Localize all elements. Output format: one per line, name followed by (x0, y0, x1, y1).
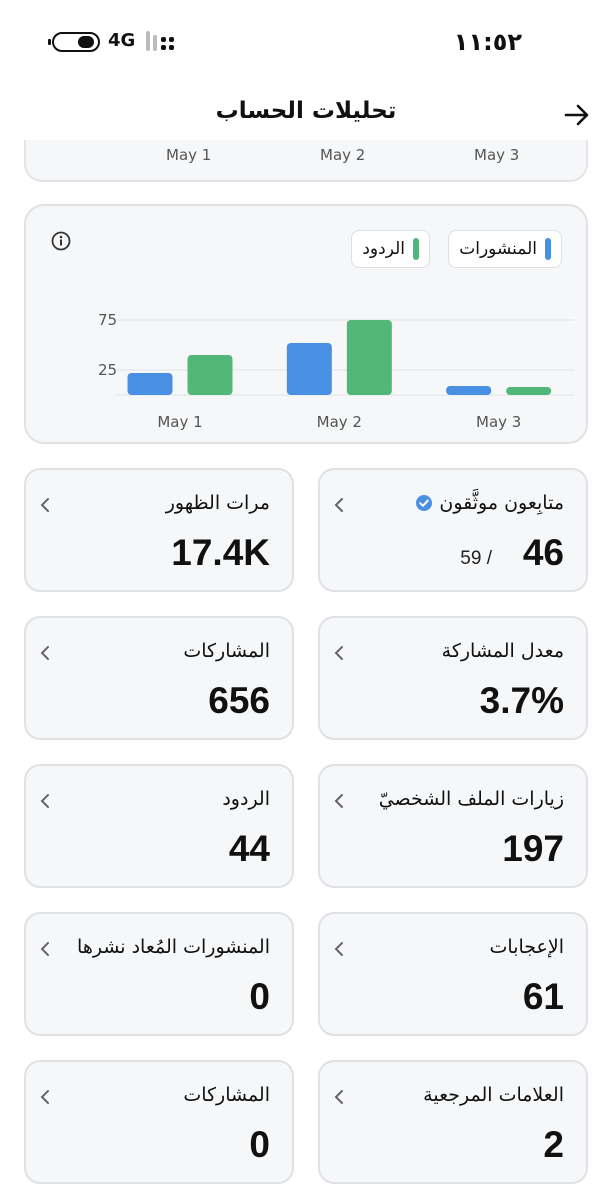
x-tick-label: May 1 (157, 413, 202, 431)
stat-value: 0 (249, 1124, 270, 1165)
legend-swatch-posts (545, 238, 551, 260)
header: تحليلات الحساب (0, 84, 612, 146)
tick-label: May 2 (320, 146, 366, 164)
verified-badge-icon (416, 495, 433, 511)
arrow-right-icon (564, 104, 589, 126)
bar-posts[interactable] (446, 386, 492, 395)
legend-replies[interactable]: الردود (351, 230, 430, 268)
x-tick-label: May 2 (317, 413, 362, 431)
stat-value: 61 (522, 976, 564, 1017)
stat-value: 656 (208, 680, 270, 721)
x-tick-label: May 3 (476, 413, 521, 431)
stat-value: 17.4K (171, 532, 270, 573)
stat-label: مرات الظهور (165, 492, 270, 514)
chevron-left-icon (334, 646, 343, 660)
tick-label: May 1 (166, 146, 212, 164)
battery-icon (48, 32, 100, 52)
page-title: تحليلات الحساب (215, 98, 397, 124)
status-time: ١١:٥٢ (453, 28, 522, 56)
stat-label: متابِعون موثَّقون (415, 492, 564, 514)
bar-posts[interactable] (286, 343, 332, 395)
stat-label: الردود (222, 788, 270, 810)
stat-card-bookmarks[interactable]: العلامات المرجعية 2 (318, 1060, 588, 1184)
stat-card-shares[interactable]: المشاركات 0 (24, 1060, 294, 1184)
stat-value: 46 (522, 532, 564, 573)
chevron-left-icon (40, 794, 49, 808)
stat-card-engagement-rate[interactable]: معدل المشاركة 3.7% (318, 616, 588, 740)
stat-label: معدل المشاركة (441, 640, 564, 662)
stat-label: المنشورات المُعاد نشرها (77, 936, 270, 958)
tick-label: May 3 (474, 146, 520, 164)
chevron-left-icon (334, 1090, 343, 1104)
stat-label: المشاركات (183, 640, 270, 662)
network-type: 4G (108, 30, 136, 51)
status-bar: 4G ١١:٥٢ (0, 0, 612, 84)
chevron-left-icon (334, 794, 343, 808)
stat-card-replies[interactable]: الردود 44 (24, 764, 294, 888)
chevron-left-icon (40, 498, 49, 512)
stat-card-profile-visits[interactable]: زيارات الملف الشخصيّ 197 (318, 764, 588, 888)
chevron-left-icon (334, 942, 343, 956)
stat-label: العلامات المرجعية (423, 1084, 564, 1106)
stat-label: المشاركات (183, 1084, 270, 1106)
stat-card-engagements[interactable]: المشاركات 656 (24, 616, 294, 740)
bar-replies[interactable] (506, 387, 552, 395)
info-icon[interactable] (50, 230, 72, 252)
previous-chart-card: May 1 May 2 May 3 (24, 140, 588, 182)
stat-card-reposts[interactable]: المنشورات المُعاد نشرها 0 (24, 912, 294, 1036)
stat-sub-value: 59 / (460, 548, 492, 569)
stat-value: 44 (228, 828, 270, 869)
legend-posts[interactable]: المنشورات (448, 230, 562, 268)
stat-label-text: متابِعون موثَّقون (439, 492, 564, 514)
chevron-left-icon (40, 1090, 49, 1104)
bar-replies[interactable] (187, 355, 233, 395)
stat-card-impressions[interactable]: مرات الظهور 17.4K (24, 468, 294, 592)
stat-value: 2 (543, 1124, 564, 1165)
stat-label: زيارات الملف الشخصيّ (378, 788, 564, 810)
legend-posts-label: المنشورات (459, 239, 537, 259)
chevron-left-icon (334, 498, 343, 512)
back-button[interactable] (562, 100, 592, 130)
stat-label: الإعجابات (489, 936, 564, 958)
chevron-left-icon (40, 942, 49, 956)
stat-value: 3.7% (479, 680, 564, 721)
stat-card-likes[interactable]: الإعجابات 61 (318, 912, 588, 1036)
stat-card-verified-followers[interactable]: متابِعون موثَّقون 46 59 / (318, 468, 588, 592)
y-tick-label: 75 (98, 311, 117, 329)
legend-swatch-replies (413, 238, 419, 260)
stat-value: 197 (502, 828, 564, 869)
y-tick-label: 25 (98, 361, 117, 379)
legend-replies-label: الردود (362, 239, 405, 259)
bar-replies[interactable] (346, 320, 392, 395)
signal-icon (146, 31, 180, 53)
stat-value: 0 (249, 976, 270, 1017)
bar-posts[interactable] (127, 373, 173, 395)
chevron-left-icon (40, 646, 49, 660)
activity-chart-card: 25 75 May 1 May 2 May 3 المنشورات الردود (24, 204, 588, 444)
